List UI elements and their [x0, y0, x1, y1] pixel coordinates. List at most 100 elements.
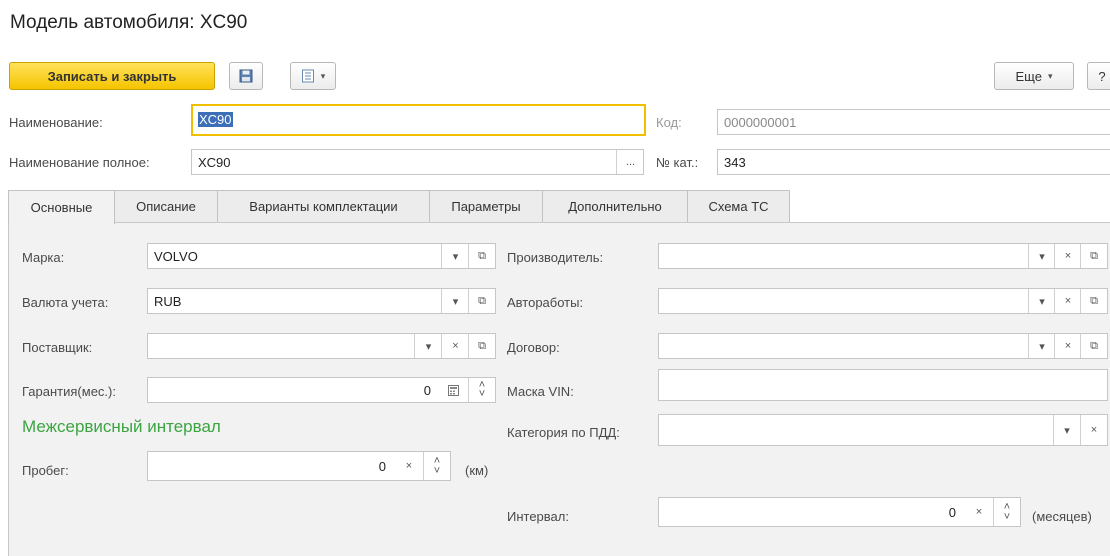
- spinner-down-icon: ˅: [433, 465, 441, 477]
- currency-value: RUB: [154, 294, 182, 309]
- service-interval-heading: Межсервисный интервал: [22, 417, 221, 436]
- code-label: Код:: [656, 115, 682, 130]
- full-name-label: Наименование полное:: [9, 155, 150, 170]
- supplier-open-button[interactable]: ⧉: [468, 334, 495, 358]
- warranty-spinner[interactable]: ˄ ˅: [468, 378, 495, 402]
- open-form-icon: ⧉: [478, 339, 486, 352]
- full-name-input-value: XC90: [198, 155, 231, 170]
- open-form-icon: ⧉: [1090, 249, 1098, 262]
- interval-label: Интервал:: [507, 509, 569, 524]
- contract-clear-button[interactable]: ×: [1054, 334, 1081, 358]
- contract-dropdown-button[interactable]: ▾: [1028, 334, 1055, 358]
- chevron-down-icon: ▾: [320, 70, 326, 81]
- interval-clear-button[interactable]: ×: [966, 498, 992, 526]
- manufacturer-dropdown-button[interactable]: ▾: [1028, 244, 1055, 268]
- currency-label: Валюта учета:: [22, 295, 109, 310]
- warranty-field[interactable]: 0 ˄ ˅: [147, 377, 496, 403]
- clear-icon: ×: [405, 460, 413, 472]
- contract-open-button[interactable]: ⧉: [1080, 334, 1107, 358]
- more-menu-label: Еще: [1015, 68, 1042, 84]
- chevron-down-icon: ▾: [452, 250, 459, 263]
- chevron-down-icon: ▾: [1064, 424, 1070, 437]
- mileage-clear-button[interactable]: ×: [396, 452, 422, 480]
- mileage-unit-label: (км): [465, 463, 489, 478]
- full-name-input[interactable]: XC90 ...: [191, 149, 644, 175]
- contract-label: Договор:: [507, 340, 560, 355]
- vin-mask-input[interactable]: [658, 369, 1108, 401]
- tab-parameters[interactable]: Параметры: [429, 190, 543, 222]
- traffic-category-dropdown-button[interactable]: ▾: [1053, 415, 1080, 445]
- page-title: Модель автомобиля: XC90: [10, 12, 248, 33]
- tab-main[interactable]: Основные: [8, 190, 115, 224]
- spinner-down-icon: ˅: [478, 388, 486, 400]
- spinner-down-icon: ˅: [1003, 511, 1011, 523]
- supplier-clear-button[interactable]: ×: [441, 334, 469, 358]
- tab-equipment-variants[interactable]: Варианты комплектации: [217, 190, 430, 222]
- supplier-label: Поставщик:: [22, 340, 93, 355]
- brand-field[interactable]: VOLVO ▾ ⧉: [147, 243, 496, 269]
- currency-dropdown-button[interactable]: ▾: [441, 289, 469, 313]
- warranty-calculator-button[interactable]: [440, 378, 466, 402]
- supplier-dropdown-button[interactable]: ▾: [414, 334, 442, 358]
- mileage-value: 0: [378, 459, 386, 474]
- clear-icon: ×: [452, 340, 459, 352]
- open-form-icon: ⧉: [478, 294, 486, 307]
- manufacturer-open-button[interactable]: ⧉: [1080, 244, 1107, 268]
- open-form-icon: ⧉: [1090, 339, 1098, 352]
- clear-icon: ×: [1064, 340, 1072, 352]
- supplier-field[interactable]: ▾ × ⧉: [147, 333, 496, 359]
- chevron-down-icon: ▾: [1047, 70, 1053, 81]
- code-input[interactable]: 0000000001: [717, 109, 1110, 135]
- interval-field[interactable]: 0 × ˄ ˅: [658, 497, 1021, 527]
- ellipsis-button[interactable]: ...: [616, 150, 644, 174]
- interval-unit-label: (месяцев): [1032, 509, 1092, 524]
- autowork-dropdown-button[interactable]: ▾: [1028, 289, 1055, 313]
- contract-field[interactable]: ▾ × ⧉: [658, 333, 1108, 359]
- currency-open-button[interactable]: ⧉: [468, 289, 495, 313]
- save-button[interactable]: [229, 62, 263, 90]
- calculator-icon: [447, 384, 459, 396]
- clear-icon: ×: [1064, 295, 1072, 307]
- autowork-clear-button[interactable]: ×: [1054, 289, 1081, 313]
- tab-description[interactable]: Описание: [114, 190, 218, 222]
- more-menu-button[interactable]: Еще ▾: [994, 62, 1074, 90]
- save-and-close-button[interactable]: Записать и закрыть: [9, 62, 215, 90]
- manufacturer-field[interactable]: ▾ × ⧉: [658, 243, 1108, 269]
- code-input-value: 0000000001: [724, 115, 797, 130]
- open-form-icon: ⧉: [1090, 294, 1098, 307]
- autowork-field[interactable]: ▾ × ⧉: [658, 288, 1108, 314]
- autowork-open-button[interactable]: ⧉: [1080, 289, 1107, 313]
- interval-spinner[interactable]: ˄ ˅: [993, 498, 1020, 526]
- report-menu-button[interactable]: ▾: [290, 62, 336, 90]
- chevron-down-icon: ▾: [1039, 295, 1045, 308]
- mileage-field[interactable]: 0 × ˄ ˅: [147, 451, 451, 481]
- catalog-number-input[interactable]: 343: [717, 149, 1110, 175]
- help-button[interactable]: ?: [1087, 62, 1110, 90]
- clear-icon: ×: [1090, 424, 1098, 436]
- catalog-number-label: № кат.:: [656, 155, 699, 170]
- manufacturer-clear-button[interactable]: ×: [1054, 244, 1081, 268]
- traffic-category-label: Категория по ПДД:: [507, 425, 620, 440]
- open-form-icon: ⧉: [478, 249, 486, 262]
- traffic-category-field[interactable]: ▾ ×: [658, 414, 1108, 446]
- brand-value: VOLVO: [154, 249, 198, 264]
- mileage-label: Пробег:: [22, 463, 69, 478]
- tab-vehicle-scheme[interactable]: Схема ТС: [687, 190, 790, 222]
- clear-icon: ×: [1064, 250, 1072, 262]
- chevron-down-icon: ▾: [425, 340, 432, 353]
- catalog-number-value: 343: [724, 155, 746, 170]
- traffic-category-clear-button[interactable]: ×: [1080, 415, 1107, 445]
- brand-dropdown-button[interactable]: ▾: [441, 244, 469, 268]
- mileage-spinner[interactable]: ˄ ˅: [423, 452, 450, 480]
- document-list-icon: [301, 69, 314, 83]
- clear-icon: ×: [975, 506, 983, 518]
- currency-field[interactable]: RUB ▾ ⧉: [147, 288, 496, 314]
- autowork-label: Автоработы:: [507, 295, 584, 310]
- chevron-down-icon: ▾: [1039, 340, 1045, 353]
- brand-open-button[interactable]: ⧉: [468, 244, 495, 268]
- tab-additional[interactable]: Дополнительно: [542, 190, 688, 222]
- chevron-down-icon: ▾: [452, 295, 459, 308]
- name-input-value: XC90: [198, 112, 233, 127]
- name-input[interactable]: XC90: [191, 104, 646, 136]
- manufacturer-label: Производитель:: [507, 250, 604, 265]
